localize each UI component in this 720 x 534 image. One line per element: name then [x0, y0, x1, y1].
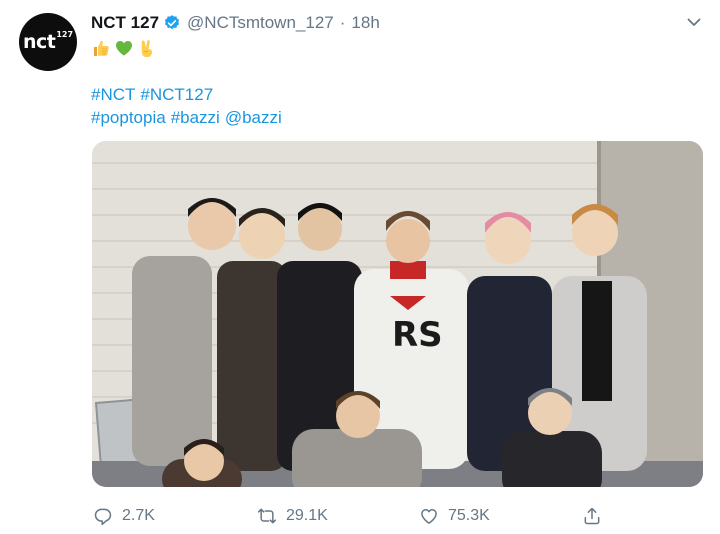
avatar[interactable]: nct 127	[19, 13, 77, 71]
action-bar: 2.7K 29.1K 75.3K	[0, 503, 720, 529]
chevron-down-icon[interactable]	[686, 14, 702, 30]
svg-text:RS: RS	[392, 315, 443, 355]
retweet-icon	[257, 508, 277, 524]
hashtag-link[interactable]: #bazzi	[171, 108, 220, 127]
avatar-logo-sup: 127	[56, 29, 74, 39]
green-heart-emoji-icon	[116, 41, 132, 56]
share-button[interactable]	[582, 503, 611, 529]
hashtag-link[interactable]: #NCT127	[140, 85, 213, 104]
mention-link[interactable]: @bazzi	[225, 108, 282, 127]
like-count: 75.3K	[448, 507, 490, 524]
victory-hand-emoji-icon	[141, 40, 153, 57]
reply-icon	[94, 508, 112, 526]
tweet-photo[interactable]: RS	[92, 141, 703, 487]
timestamp[interactable]: 18h	[351, 13, 379, 33]
group-photo-image: RS	[92, 141, 703, 487]
handle[interactable]: @NCTsmtown_127	[187, 13, 334, 33]
reply-count: 2.7K	[122, 507, 155, 524]
separator-dot: ·	[339, 13, 346, 32]
tweet-header: NCT 127 @NCTsmtown_127 · 18h	[91, 12, 380, 34]
hashtag-line-2: #poptopia #bazzi @bazzi	[91, 108, 287, 128]
hashtag-line-1: #NCT #NCT127	[91, 85, 218, 105]
retweet-button[interactable]: 29.1K	[257, 503, 328, 529]
verified-badge-icon	[164, 15, 180, 30]
reply-button[interactable]: 2.7K	[93, 503, 155, 529]
retweet-count: 29.1K	[286, 507, 328, 524]
emoji-line	[91, 37, 157, 59]
share-icon	[584, 507, 600, 525]
display-name[interactable]: NCT 127	[91, 13, 159, 33]
heart-icon	[421, 509, 437, 524]
avatar-logo-text: nct	[22, 31, 56, 53]
hashtag-link[interactable]: #NCT	[91, 85, 135, 104]
thumbs-up-emoji-icon	[94, 40, 109, 56]
tweet-card[interactable]: nct 127 NCT 127 @NCTsmtown_127 · 18h #NCT…	[0, 0, 720, 534]
like-button[interactable]: 75.3K	[419, 503, 490, 529]
hashtag-link[interactable]: #poptopia	[91, 108, 166, 127]
